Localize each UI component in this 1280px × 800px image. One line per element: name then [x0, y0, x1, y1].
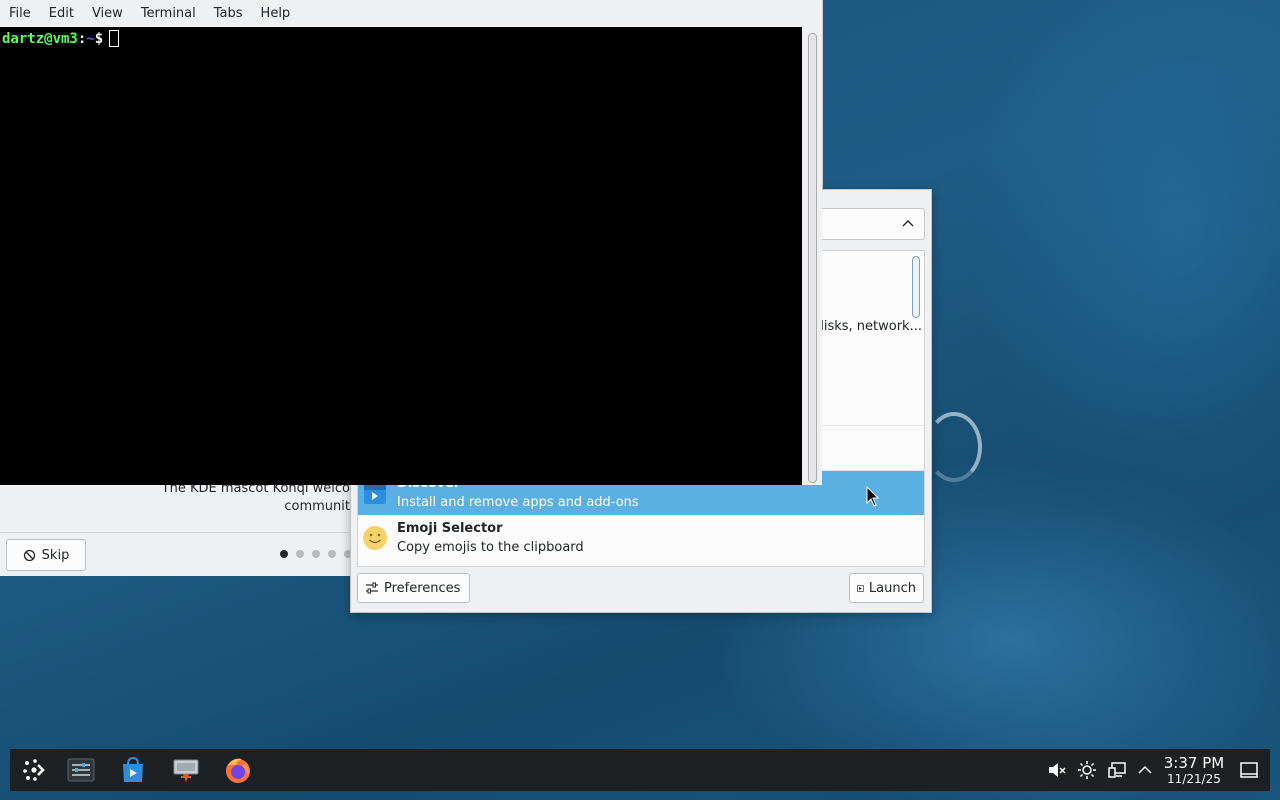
konsole-icon[interactable]: [65, 754, 97, 786]
tray-expand-icon[interactable]: [1135, 760, 1155, 780]
page-dot[interactable]: [312, 550, 320, 558]
firefox-icon[interactable]: [222, 754, 254, 786]
volume-muted-icon[interactable]: [1046, 760, 1066, 780]
page-indicator: [280, 550, 352, 558]
discover-icon[interactable]: [117, 754, 149, 786]
page-dot[interactable]: [280, 550, 288, 558]
preferences-button[interactable]: Preferences: [357, 573, 470, 603]
page-dot[interactable]: [328, 550, 336, 558]
preferences-label: Preferences: [384, 580, 461, 596]
brightness-icon[interactable]: [1077, 760, 1097, 780]
prompt-symbol: $: [94, 31, 104, 47]
result-subtitle: Copy emojis to the clipboard: [397, 540, 584, 555]
konsole-window: File Edit View Terminal Tabs Help dartz@…: [0, 0, 822, 485]
taskbar: 3:37 PM 11/21/25: [10, 749, 1270, 791]
launch-icon: [857, 584, 864, 592]
clock-date: 11/21/25: [1167, 772, 1221, 786]
page-dot[interactable]: [296, 550, 304, 558]
kde-launcher-icon[interactable]: [18, 754, 50, 786]
menu-tabs[interactable]: Tabs: [205, 6, 252, 21]
digital-clock[interactable]: 3:37 PM 11/21/25: [1160, 755, 1228, 787]
result-title: Emoji Selector: [397, 521, 503, 536]
shell-prompt: dartz@vm3:~$: [2, 30, 120, 48]
welcome-caption-line2: communit: [284, 499, 350, 514]
welcome-icon[interactable]: [170, 754, 202, 786]
menu-file[interactable]: File: [0, 6, 40, 21]
result-subtitle-partial: disks, network...: [815, 319, 922, 334]
terminal-scrollbar-thumb[interactable]: [808, 33, 817, 483]
prompt-path: ~: [86, 31, 95, 47]
menu-edit[interactable]: Edit: [40, 6, 83, 21]
results-scrollbar[interactable]: [912, 256, 920, 318]
chevron-up-icon[interactable]: [900, 215, 916, 231]
menu-terminal[interactable]: Terminal: [132, 6, 205, 21]
prompt-user: dartz@vm3: [2, 31, 78, 47]
launch-label: Launch: [868, 580, 916, 596]
skip-label: Skip: [41, 547, 70, 563]
menu-view[interactable]: View: [83, 6, 132, 21]
terminal-area[interactable]: dartz@vm3:~$: [0, 27, 802, 485]
menu-help[interactable]: Help: [252, 6, 300, 21]
launch-button[interactable]: Launch: [849, 573, 924, 603]
cancel-icon: [23, 549, 35, 561]
settings-sliders-icon: [366, 582, 378, 594]
text-cursor: [109, 30, 120, 47]
debian-swirl-wallpaper: [926, 412, 982, 482]
mouse-pointer-icon: [866, 486, 880, 507]
network-icon[interactable]: [1107, 760, 1127, 780]
result-item-emoji-selector[interactable]: Emoji Selector Copy emojis to the clipbo…: [358, 516, 924, 560]
show-desktop-icon[interactable]: [1239, 760, 1259, 780]
welcome-caption: The KDE mascot Konqi welco communit: [150, 480, 350, 516]
clock-time: 3:37 PM: [1163, 754, 1225, 772]
emoji-icon: [363, 526, 387, 550]
skip-button[interactable]: Skip: [6, 539, 86, 571]
result-subtitle: Install and remove apps and add-ons: [397, 495, 639, 510]
menu-bar: File Edit View Terminal Tabs Help: [0, 0, 822, 27]
terminal-scrollbar[interactable]: [802, 27, 822, 485]
